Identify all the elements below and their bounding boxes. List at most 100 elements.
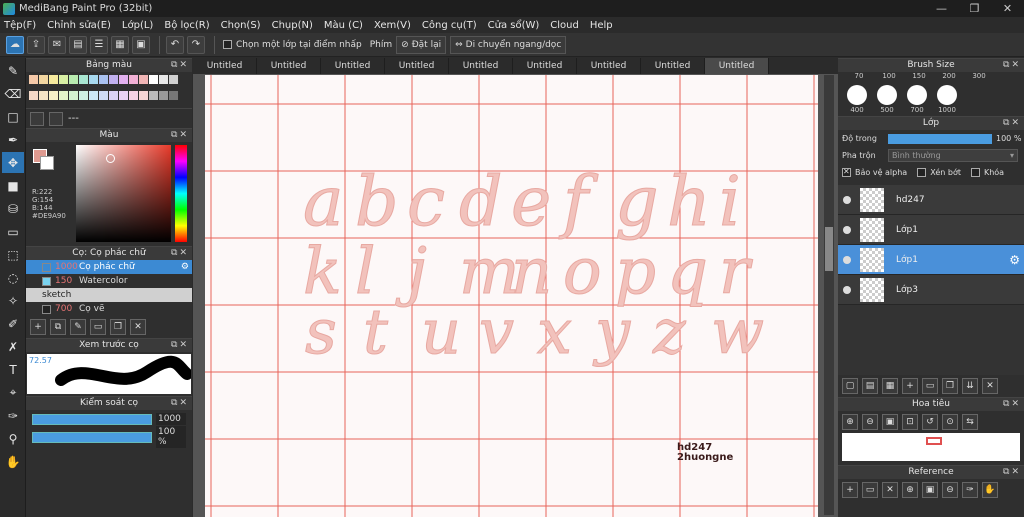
list-icon[interactable]: ☰ bbox=[90, 35, 108, 54]
frame-icon[interactable]: ▣ bbox=[132, 35, 150, 54]
pen-icon[interactable]: ✒ bbox=[2, 129, 24, 150]
palette-swatch[interactable] bbox=[59, 90, 68, 100]
flip-icon[interactable]: ⇆ bbox=[962, 414, 978, 430]
panel-close-icon[interactable]: ⧉✕ bbox=[1003, 466, 1021, 479]
minimize-button[interactable]: — bbox=[925, 0, 958, 17]
brush-item[interactable]: 150 Watercolor bbox=[26, 274, 192, 288]
size-preset[interactable]: 700 bbox=[902, 82, 932, 116]
protect-alpha-checkbox[interactable] bbox=[842, 167, 851, 177]
palette-swatch[interactable] bbox=[119, 90, 128, 100]
palette-swatch[interactable] bbox=[79, 75, 88, 84]
secondary-color[interactable] bbox=[40, 156, 54, 170]
palette-swatch[interactable] bbox=[79, 90, 88, 100]
brush-group[interactable]: sketch bbox=[26, 288, 192, 302]
size-value[interactable]: 1000 bbox=[156, 413, 186, 425]
blend-select[interactable]: Bình thường ▾ bbox=[888, 149, 1018, 162]
menu-file[interactable]: Tệp(F) bbox=[4, 20, 36, 31]
redo-icon[interactable]: ↷ bbox=[187, 35, 205, 54]
eyedropper-icon[interactable]: ✑ bbox=[962, 482, 978, 498]
menu-snap[interactable]: Chụp(N) bbox=[272, 20, 313, 31]
eye-icon[interactable] bbox=[843, 195, 851, 204]
hue-slider[interactable] bbox=[175, 145, 187, 242]
palette-swatch[interactable] bbox=[39, 90, 48, 100]
brush-item[interactable]: 1000 Cọ phác chữ ⚙ bbox=[26, 260, 192, 274]
panel-close-icon[interactable]: ⧉✕ bbox=[171, 59, 189, 72]
hand-icon[interactable]: ✋ bbox=[2, 451, 24, 472]
layer-row-selected[interactable]: Lớp1 ⚙ bbox=[838, 245, 1024, 275]
palette-swatch[interactable] bbox=[129, 90, 138, 100]
select-pen-icon[interactable]: ✐ bbox=[2, 313, 24, 334]
palette-swatch[interactable] bbox=[69, 75, 78, 84]
duplicate-icon[interactable]: ❐ bbox=[110, 319, 126, 335]
menu-cloud[interactable]: Cloud bbox=[550, 20, 579, 31]
move-tool-icon[interactable]: ✥ bbox=[2, 152, 24, 173]
text-icon[interactable]: T bbox=[2, 359, 24, 380]
saturation-value-field[interactable] bbox=[76, 145, 171, 242]
size-preset[interactable]: 500 bbox=[872, 82, 902, 116]
palette-swatch[interactable] bbox=[29, 90, 38, 100]
zoom-out-icon[interactable]: ⊖ bbox=[942, 482, 958, 498]
layer-row[interactable]: Lớp1 bbox=[838, 215, 1024, 245]
eye-icon[interactable] bbox=[843, 225, 851, 234]
comment-icon[interactable]: ✉ bbox=[48, 35, 66, 54]
panel-close-icon[interactable]: ⧉✕ bbox=[171, 397, 189, 410]
size-preset[interactable]: 400 bbox=[842, 82, 872, 116]
brush-icon[interactable]: ✎ bbox=[2, 60, 24, 81]
tab-untitled-active[interactable]: Untitled bbox=[705, 58, 769, 74]
menu-window[interactable]: Cửa sổ(W) bbox=[488, 20, 540, 31]
share-icon[interactable]: ⇪ bbox=[27, 35, 45, 54]
actual-size-icon[interactable]: ⊡ bbox=[902, 414, 918, 430]
palette-swatch[interactable] bbox=[109, 75, 118, 84]
palette-swatch[interactable] bbox=[59, 75, 68, 84]
opacity-slider[interactable] bbox=[32, 431, 152, 443]
palette-swatch[interactable] bbox=[119, 75, 128, 84]
gear-icon[interactable]: ⚙ bbox=[181, 262, 189, 272]
panel-close-icon[interactable]: ⧉✕ bbox=[171, 129, 189, 142]
tab-untitled[interactable]: Untitled bbox=[577, 58, 641, 74]
undo-icon[interactable]: ↶ bbox=[166, 35, 184, 54]
panel-close-icon[interactable]: ⧉✕ bbox=[171, 339, 189, 352]
menu-edit[interactable]: Chỉnh sửa(E) bbox=[47, 20, 111, 31]
maximize-button[interactable]: ❐ bbox=[958, 0, 991, 17]
menu-layer[interactable]: Lớp(L) bbox=[122, 20, 153, 31]
panel-close-icon[interactable]: ⧉✕ bbox=[171, 247, 189, 260]
menu-select[interactable]: Chọn(S) bbox=[221, 20, 261, 31]
palette-swatch[interactable] bbox=[159, 75, 168, 84]
delete-palette-icon[interactable] bbox=[49, 111, 63, 126]
size-slider[interactable] bbox=[32, 413, 152, 425]
grid-icon[interactable]: ▦ bbox=[111, 35, 129, 54]
palette-swatch[interactable] bbox=[49, 90, 58, 100]
menu-help[interactable]: Help bbox=[590, 20, 613, 31]
tab-untitled[interactable]: Untitled bbox=[385, 58, 449, 74]
pick-layer-checkbox[interactable]: Chọn một lớp tại điểm nhấp bbox=[223, 40, 362, 50]
menu-view[interactable]: Xem(V) bbox=[374, 20, 411, 31]
palette-swatch[interactable] bbox=[149, 90, 158, 100]
palette-swatch[interactable] bbox=[139, 90, 148, 100]
rotate-left-icon[interactable]: ↺ bbox=[922, 414, 938, 430]
folder-icon[interactable]: ▭ bbox=[922, 378, 938, 394]
tab-untitled[interactable]: Untitled bbox=[513, 58, 577, 74]
add-brush-icon[interactable]: + bbox=[30, 319, 46, 335]
gear-icon[interactable]: ⚙ bbox=[1009, 253, 1020, 267]
layer-opacity-slider[interactable] bbox=[888, 133, 992, 144]
drawing-canvas[interactable]: abcdefghikljmnopqrstuvxyzw hd247 2huongn… bbox=[205, 75, 818, 517]
lasso-icon[interactable]: ◌ bbox=[2, 267, 24, 288]
open-ref-icon[interactable]: ▭ bbox=[862, 482, 878, 498]
copy-brush-icon[interactable]: ⧉ bbox=[50, 319, 66, 335]
tab-untitled[interactable]: Untitled bbox=[321, 58, 385, 74]
lock-checkbox[interactable] bbox=[970, 168, 980, 177]
folder-icon[interactable]: ▭ bbox=[90, 319, 106, 335]
hand-icon[interactable]: ✋ bbox=[982, 482, 998, 498]
magic-wand-icon[interactable]: ✧ bbox=[2, 290, 24, 311]
size-preset[interactable]: 1000 bbox=[932, 82, 962, 116]
panel-close-icon[interactable]: ⧉✕ bbox=[1003, 398, 1021, 411]
duplicate-icon[interactable]: ❐ bbox=[942, 378, 958, 394]
dropper-icon[interactable]: ⚲ bbox=[2, 428, 24, 449]
eye-icon[interactable] bbox=[843, 285, 851, 294]
gradient-icon[interactable]: ▭ bbox=[2, 221, 24, 242]
palette-swatch[interactable] bbox=[49, 75, 58, 84]
vertical-scrollbar[interactable] bbox=[824, 75, 834, 515]
add-layer-menu-icon[interactable]: + bbox=[902, 378, 918, 394]
close-ref-icon[interactable]: ✕ bbox=[882, 482, 898, 498]
move-button[interactable]: ⇔ Di chuyển ngang/dọc bbox=[450, 35, 567, 54]
